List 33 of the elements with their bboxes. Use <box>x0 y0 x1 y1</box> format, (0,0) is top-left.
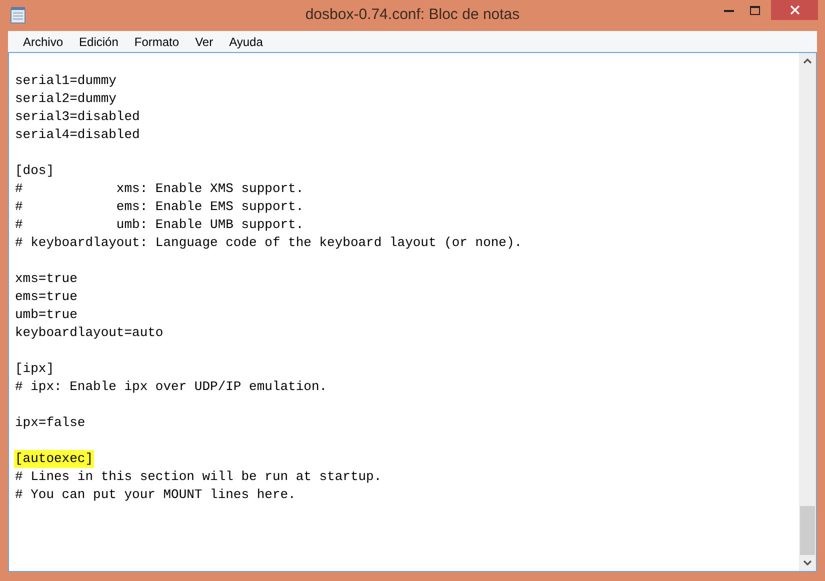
text-line: ems=true <box>15 288 78 306</box>
text-line: umb=true <box>15 306 78 324</box>
text-line: # ems: Enable EMS support. <box>15 198 304 216</box>
text-line: [ipx] <box>15 360 54 378</box>
window-title: dosbox-0.74.conf: Bloc de notas <box>305 5 520 26</box>
scroll-down-icon <box>803 560 812 566</box>
menu-item[interactable]: Formato <box>126 32 188 50</box>
text-line: # keyboardlayout: Language code of the keyboard layout (or none). <box>15 234 522 252</box>
menu-item[interactable]: Ver <box>187 32 222 50</box>
menu-item[interactable]: Archivo <box>15 32 72 50</box>
close-icon <box>790 5 800 15</box>
notepad-icon <box>10 7 26 24</box>
text-line: # You can put your MOUNT lines here. <box>15 486 296 504</box>
text-line: [dos] <box>15 162 54 180</box>
menu-item[interactable]: Ayuda <box>221 32 271 50</box>
text-line: # Lines in this section will be run at startup. <box>15 468 382 486</box>
text-line: serial1=dummy <box>15 72 116 90</box>
menu-item[interactable]: Edición <box>71 32 126 50</box>
scrollbar[interactable] <box>799 53 816 571</box>
text-line: # umb: Enable UMB support. <box>15 216 304 234</box>
text-line: ipx=false <box>15 414 86 432</box>
text-line: # xms: Enable XMS support. <box>15 180 304 198</box>
scroll-thumb[interactable] <box>800 506 815 555</box>
minimize-icon <box>724 8 734 12</box>
text-line: serial2=dummy <box>15 90 116 108</box>
text-line: serial4=disabled <box>15 126 140 144</box>
scroll-up-icon <box>803 58 812 64</box>
text-line: keyboardlayout=auto <box>15 324 164 342</box>
maximize-icon <box>750 6 760 14</box>
text-line: # ipx: Enable ipx over UDP/IP emulation. <box>15 378 328 396</box>
text-line: xms=true <box>15 270 78 288</box>
close-button[interactable] <box>771 0 818 20</box>
text-line: serial3=disabled <box>15 108 140 126</box>
